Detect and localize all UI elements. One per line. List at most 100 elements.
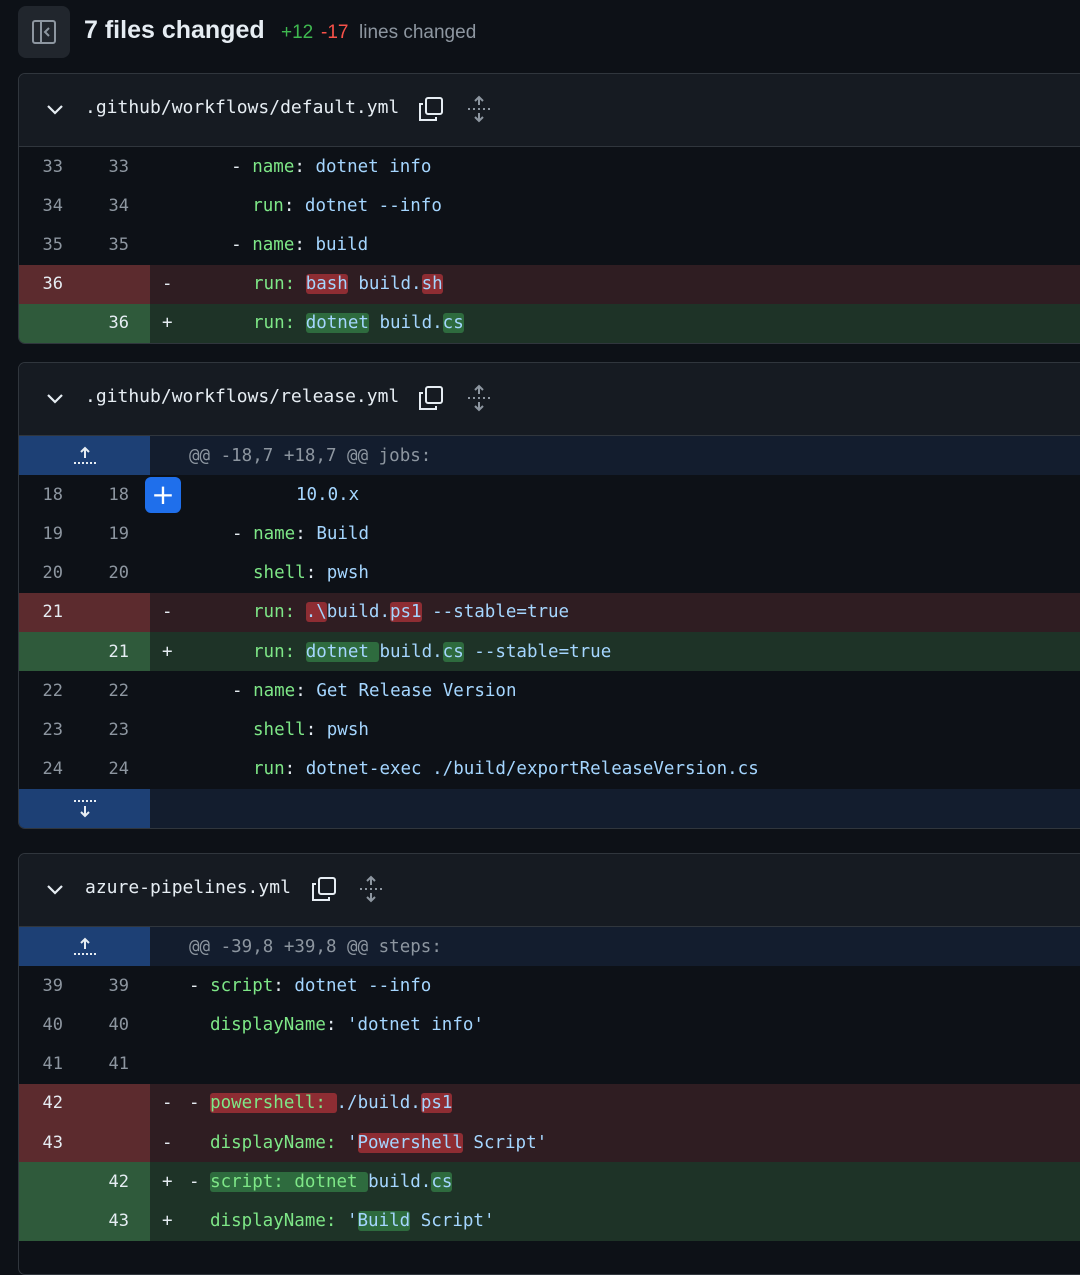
file-diff-azure-pipelines-yml: azure-pipelines.yml @@ -39,8 +39,8 @@ st…	[18, 853, 1080, 1275]
hunk-header: @@ -18,7 +18,7 @@ jobs:	[19, 436, 1080, 476]
deleted-line: 21 - run: .\ build. ps1 --stable=true	[19, 592, 1080, 632]
new-line-number[interactable]: 42	[85, 1162, 129, 1201]
hunk-range: @@ -39,8 +39,8 @@ steps:	[189, 936, 442, 957]
new-line-number[interactable]: 39	[85, 966, 129, 1005]
old-line-number[interactable]: 40	[19, 1005, 63, 1044]
expand-footer	[19, 788, 1080, 828]
deletion-marker: -	[162, 1093, 173, 1114]
addition-marker: +	[162, 1171, 173, 1192]
code-line: run: dotnet build. cs --stable=true	[253, 641, 612, 662]
code-line: 10.0.x	[296, 484, 360, 505]
code-line: run: bash build. sh	[253, 274, 443, 295]
code-line: - name: Get Release Version	[232, 680, 517, 701]
code-line: - powershell: ./build. ps1	[189, 1093, 453, 1114]
copy-icon[interactable]	[310, 875, 338, 903]
diff-line: 39 39 - script: dotnet --info	[19, 966, 1080, 1005]
expand-up-button[interactable]	[19, 436, 150, 476]
plus-icon: +	[151, 478, 175, 512]
added-line: 42 + - script: dotnet build. cs	[19, 1162, 1080, 1202]
add-comment-button[interactable]: +	[145, 477, 181, 514]
old-line-number[interactable]: 21	[19, 593, 63, 632]
hunk-range: @@ -18,7 +18,7 @@ jobs:	[189, 445, 432, 466]
new-line-number[interactable]: 18	[85, 475, 129, 514]
new-line-number[interactable]: 40	[85, 1005, 129, 1044]
diff-line: 40 40 displayName: 'dotnet info'	[19, 1005, 1080, 1044]
code-line: run: dotnet --info	[252, 195, 442, 216]
old-line-number[interactable]: 43	[19, 1123, 63, 1162]
new-line-number[interactable]: 20	[85, 554, 129, 593]
diff-line: 19 19 - name: Build	[19, 514, 1080, 553]
expand-all-icon[interactable]	[357, 875, 385, 903]
diff-line: 24 24 run: dotnet-exec ./build/exportRel…	[19, 750, 1080, 789]
file-name[interactable]: .github/workflows/release.yml	[85, 386, 399, 407]
added-line: 43 + displayName: ' Build Script'	[19, 1201, 1080, 1241]
file-header: .github/workflows/default.yml	[19, 74, 1080, 147]
code-line: - name: build	[231, 234, 369, 255]
diff-line: 18 18 + 10.0.x	[19, 475, 1080, 514]
new-line-number[interactable]: 23	[85, 710, 129, 749]
addition-marker: +	[162, 641, 173, 662]
addition-marker: +	[162, 1210, 173, 1231]
code-line: - script: dotnet build. cs	[189, 1171, 453, 1192]
old-line-number[interactable]: 20	[19, 554, 63, 593]
file-name[interactable]: .github/workflows/default.yml	[85, 97, 399, 118]
new-line-number[interactable]: 41	[85, 1045, 129, 1084]
deletion-marker: -	[162, 602, 173, 623]
sidebar-toggle-button[interactable]	[18, 6, 70, 58]
old-line-number[interactable]: 35	[19, 225, 63, 264]
chevron-down-icon[interactable]	[45, 101, 65, 119]
deleted-line: 36 - run: bash build. sh	[19, 264, 1080, 304]
old-line-number[interactable]: 34	[19, 186, 63, 225]
expand-down-icon	[73, 800, 96, 818]
addition-marker: +	[162, 313, 173, 334]
code-line: shell: pwsh	[253, 563, 369, 584]
deleted-line: 42 - - powershell: ./build. ps1	[19, 1083, 1080, 1123]
code-line: shell: pwsh	[253, 719, 369, 740]
copy-icon[interactable]	[417, 95, 445, 123]
deletion-marker: -	[162, 274, 173, 295]
expand-all-icon[interactable]	[465, 95, 493, 123]
code-line: - script: dotnet --info	[189, 975, 432, 996]
old-line-number[interactable]: 22	[19, 671, 63, 710]
old-line-number[interactable]: 36	[19, 265, 63, 304]
new-line-number[interactable]: 43	[85, 1201, 129, 1240]
expand-down-button[interactable]	[19, 788, 150, 828]
new-line-number[interactable]: 19	[85, 514, 129, 553]
old-line-number[interactable]: 19	[19, 514, 63, 553]
new-line-number[interactable]: 22	[85, 671, 129, 710]
old-line-number[interactable]: 39	[19, 966, 63, 1005]
new-line-number[interactable]: 36	[85, 304, 129, 343]
added-line: 21 + run: dotnet build. cs --stable=true	[19, 631, 1080, 672]
diff-line: 33 33 - name: dotnet info	[19, 147, 1080, 186]
diff-summary-bar: 7 files changed +12 -17 lines changed	[0, 0, 1080, 66]
old-line-number[interactable]: 41	[19, 1045, 63, 1084]
expand-up-button[interactable]	[19, 927, 150, 967]
diff-line: 22 22 - name: Get Release Version	[19, 671, 1080, 710]
new-line-number[interactable]: 21	[85, 632, 129, 671]
code-line: - name: dotnet info	[231, 156, 432, 177]
file-diff-default-yml: .github/workflows/default.yml 33 33 - na…	[18, 73, 1080, 344]
old-line-number[interactable]: 18	[19, 475, 63, 514]
new-line-number[interactable]: 35	[85, 225, 129, 264]
files-changed-count: 7 files changed	[84, 16, 265, 44]
diff-line: 23 23 shell: pwsh	[19, 710, 1080, 749]
new-line-number[interactable]: 24	[85, 750, 129, 789]
chevron-down-icon[interactable]	[45, 881, 65, 899]
code-line: - name: Build	[232, 523, 369, 544]
lines-changed-label: lines changed	[359, 22, 477, 43]
file-header: azure-pipelines.yml	[19, 854, 1080, 927]
old-line-number[interactable]: 33	[19, 147, 63, 186]
expand-all-icon[interactable]	[465, 384, 493, 412]
file-name[interactable]: azure-pipelines.yml	[85, 877, 291, 898]
code-line: run: dotnet build. cs	[253, 313, 464, 334]
deletion-marker: -	[162, 1132, 173, 1153]
old-line-number[interactable]: 24	[19, 750, 63, 789]
new-line-number[interactable]: 33	[85, 147, 129, 186]
new-line-number[interactable]: 34	[85, 186, 129, 225]
chevron-down-icon[interactable]	[45, 390, 65, 408]
old-line-number[interactable]: 23	[19, 710, 63, 749]
file-header: .github/workflows/release.yml	[19, 363, 1080, 436]
added-line: 36 + run: dotnet build. cs	[19, 303, 1080, 343]
old-line-number[interactable]: 42	[19, 1084, 63, 1123]
copy-icon[interactable]	[417, 384, 445, 412]
